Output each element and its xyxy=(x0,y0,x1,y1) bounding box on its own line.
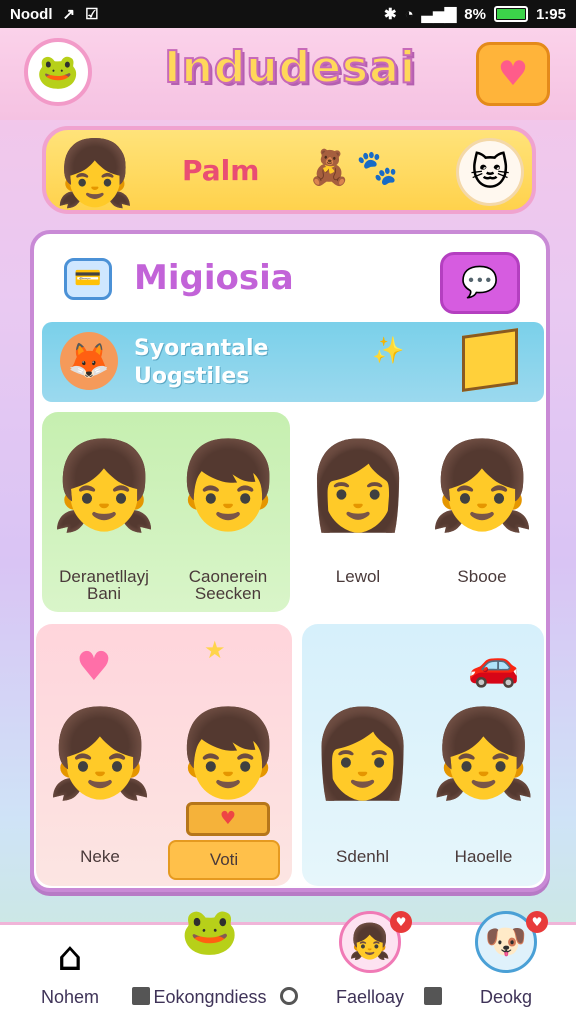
character-label: Neke xyxy=(80,847,120,866)
green-cat-avatar-icon: 🐸 xyxy=(36,52,80,92)
panel-title: Migiosia xyxy=(134,258,294,298)
carrier-label: Noodl xyxy=(10,5,53,23)
info-line-1: Syorantale xyxy=(134,336,269,361)
nav-label: Deokg xyxy=(479,987,533,1007)
battery-percent: 8% xyxy=(464,5,486,23)
star-decor-icon: ★ xyxy=(204,636,226,664)
bottom-nav: ⌂ Nohem 🐸 Eokongndiess 👧 ♥ Faelloay 🐶 ♥ … xyxy=(0,905,576,1024)
bluetooth-icon: ✱ xyxy=(384,6,397,23)
character-card-d[interactable]: 🚗 👩 👧 Sdenhl Haoelle xyxy=(302,624,544,886)
heart-sparkle-icon: ✨ xyxy=(372,336,405,366)
check-icon: ☑ xyxy=(85,6,99,23)
avatar-button[interactable]: 🐸 xyxy=(24,38,92,106)
character-avatar[interactable]: 👧 xyxy=(46,694,153,814)
chat-bubble-icon: 💬 xyxy=(461,265,499,300)
nav-label: Eokongndiess xyxy=(153,987,267,1007)
character-avatar[interactable]: 👧 xyxy=(430,694,537,814)
fox-mascot-icon: 🦊 xyxy=(60,332,118,390)
panel-header: 💳 Migiosia 💬 xyxy=(58,252,528,314)
character-card-b[interactable]: 👩 👧 Lewol Sbooe xyxy=(296,412,544,612)
character-label: Caonerein Seecken xyxy=(188,567,268,603)
signal-bars-icon: ▃▅▇ xyxy=(421,6,457,23)
character-avatar[interactable]: 👩 xyxy=(309,694,416,814)
character-card-c[interactable]: ♥ ★ 👧 👦 ♥ Neke Voti xyxy=(36,624,292,886)
character-label: Sbooe xyxy=(457,567,507,586)
chat-button[interactable]: 💬 xyxy=(440,252,520,314)
info-strip[interactable]: 🦊 Syorantale Uogstiles ✨ xyxy=(42,322,544,402)
heart-decor-icon: ♥ xyxy=(76,644,112,690)
gift-box-icon xyxy=(462,328,518,392)
nav-item-home[interactable]: ⌂ Nohem xyxy=(0,925,140,1024)
info-line-2: Uogstiles xyxy=(134,364,250,389)
nav-item-explore[interactable]: 🐸 Eokongndiess xyxy=(140,905,280,1024)
palm-banner[interactable]: 👧 Palm 🧸🐾 🐱 xyxy=(42,126,536,214)
signal-icon: ↗ xyxy=(62,6,76,23)
favorites-button[interactable]: ♥ xyxy=(476,42,550,106)
character-label: Sdenhl xyxy=(336,847,389,866)
banner-decor-icons: 🧸🐾 xyxy=(308,148,405,188)
toy-car-icon: 🚗 xyxy=(467,640,520,689)
character-avatar[interactable]: 👦 xyxy=(174,426,281,546)
notification-badge: ♥ xyxy=(526,911,548,933)
character-avatar[interactable]: 👩 xyxy=(304,426,411,546)
character-label: Haoelle xyxy=(454,847,513,866)
treasure-chest-icon: ♥ xyxy=(186,802,270,836)
separator-circle-icon xyxy=(280,987,298,1005)
notification-badge: ♥ xyxy=(390,911,412,933)
card-icon: 💳 xyxy=(64,258,112,300)
nav-item-follow[interactable]: 👧 ♥ Faelloay xyxy=(300,911,440,1024)
nav-label: Nohem xyxy=(40,987,100,1007)
wifi-icon: ◔ xyxy=(404,5,414,23)
character-label: Lewol xyxy=(335,567,381,586)
character-label: Voti xyxy=(209,850,239,869)
main-panel: 💳 Migiosia 💬 🦊 Syorantale Uogstiles ✨ 👧 … xyxy=(30,230,550,892)
girl-character-icon: 👧 xyxy=(55,137,135,211)
character-label: Deranetllayj Bani xyxy=(59,567,149,603)
nav-label: Faelloay xyxy=(335,987,405,1007)
battery-icon xyxy=(493,6,528,22)
app-title: Indudesai xyxy=(163,41,416,94)
monster-mascot-icon: 🐸 xyxy=(181,904,239,958)
clock: 1:95 xyxy=(535,5,566,23)
character-avatar[interactable]: 👦 xyxy=(174,694,281,814)
status-bar: Noodl ↗ ☑ ✱ ◔ ▃▅▇ 8% 1:95 xyxy=(0,0,576,28)
character-avatar[interactable]: 👧 xyxy=(428,426,535,546)
character-avatar[interactable]: 👧 xyxy=(50,426,157,546)
heart-icon: ♥ xyxy=(497,54,529,94)
character-card-a[interactable]: 👧 👦 Deranetllayj Bani Caonerein Seecken xyxy=(42,412,290,612)
app-header: 🐸 Indudesai ♥ xyxy=(0,28,576,120)
nav-item-dog[interactable]: 🐶 ♥ Deokg xyxy=(436,911,576,1024)
home-icon: ⌂ xyxy=(57,934,83,980)
banner-label: Palm xyxy=(182,154,260,187)
voti-button[interactable]: Voti xyxy=(168,840,280,880)
cat-face-icon: 🐱 xyxy=(456,138,524,206)
